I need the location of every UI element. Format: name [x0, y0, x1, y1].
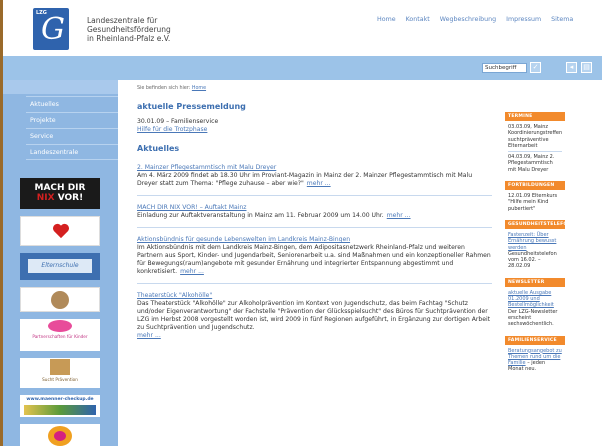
org-line-1: Landeszentrale für — [87, 16, 158, 25]
termine-item[interactable]: 04.03.09, Mainz 2. Pflegestammtisch mit … — [508, 154, 562, 173]
top-navigation: Home Kontakt Wegbeschreibung Impressum S… — [377, 16, 573, 23]
left-sidebar-top — [3, 80, 118, 94]
nav-item-aktuelles[interactable]: Aktuelles — [26, 96, 118, 112]
banner-text-line2: NIX VOR! — [36, 193, 84, 203]
news-text: Das Theaterstück "Alkohölle" zur Alkohol… — [137, 300, 491, 331]
banner-maenner-checkup[interactable]: www.maenner-checkup.de — [20, 395, 100, 417]
nav-item-service[interactable]: Service — [26, 128, 118, 144]
news-text: Einladung zur Auftaktveranstaltung in Ma… — [137, 212, 411, 219]
news-item: Aktionsbündnis für gesunde Lebenswelten … — [137, 236, 492, 284]
banner-elternschule[interactable]: Elternschule — [20, 253, 100, 280]
topnav-kontakt[interactable]: Kontakt — [406, 16, 430, 23]
banner-text-line1: MACH DIR — [34, 183, 86, 193]
topnav-impressum[interactable]: Impressum — [506, 16, 541, 23]
banner-suchtpraevention[interactable]: Sucht Prävention — [20, 358, 100, 388]
gesundheitstelefon-link[interactable]: Fastenzeit: Über Ernährung bewusst werde… — [508, 232, 562, 251]
gesundheitstelefon-box: Fastenzeit: Über Ernährung bewusst werde… — [505, 228, 565, 274]
newsletter-text: Der LZG-Newsletter erscheint sechswöchen… — [508, 308, 558, 328]
gesundheitstelefon-text: Gesundheitstelefon vom 16.02. – 28.02.09 — [508, 250, 557, 270]
topnav-wegbeschreibung[interactable]: Wegbeschreibung — [440, 16, 496, 23]
banner-logo-image — [50, 359, 70, 375]
termine-item[interactable]: 03.03.09, Mainz Koordinierungstreffen su… — [508, 124, 562, 149]
news-more: mehr ... — [137, 332, 492, 340]
newsletter-heading: NEWSLETTER — [505, 277, 565, 287]
fortbildungen-item[interactable]: 12.01.09 Elternkurs "Hilfe mein Kind pub… — [508, 193, 562, 212]
banner-maenner-checkup-text: www.maenner-checkup.de — [26, 397, 94, 402]
topnav-sitemap[interactable]: Sitema — [551, 16, 573, 23]
banner-heart[interactable] — [20, 216, 100, 246]
news-title-link[interactable]: 2. Mainzer Pflegestammtisch mit Malu Dre… — [137, 164, 492, 172]
more-link[interactable]: mehr ... — [387, 212, 411, 219]
search-input[interactable]: Suchbegriff — [482, 63, 527, 73]
banner-photo[interactable] — [20, 287, 100, 312]
page-header: LZG G Landeszentrale für Gesundheitsförd… — [3, 0, 602, 56]
familienservice-box: Beratungsangebot zu Themen rund um die F… — [505, 344, 565, 377]
heart-icon — [53, 223, 69, 239]
banner-logo-accent — [54, 431, 66, 441]
news-title-link[interactable]: Aktionsbündnis für gesunde Lebenswelten … — [137, 236, 492, 244]
print-icon: ▤ — [583, 63, 590, 71]
termine-heading: TERMINE — [505, 112, 565, 121]
press-link[interactable]: Hilfe für die Trotzphase — [137, 126, 492, 134]
check-icon: ✓ — [532, 63, 539, 71]
org-line-3: in Rheinland-Pfalz e.V. — [87, 34, 171, 43]
topnav-home[interactable]: Home — [377, 16, 396, 23]
news-text: Im Aktionsbündnis mit dem Landkreis Main… — [137, 244, 491, 275]
news-title-link[interactable]: MACH DIR NIX VOR! – Auftakt Mainz — [137, 204, 492, 212]
banner-suchtpraevention-text: Sucht Prävention — [42, 377, 78, 382]
newsletter-box: aktuelle Ausgabe 01.2009 und Bestellmögl… — [505, 286, 565, 332]
news-title-link[interactable]: Theaterstück "Alkohölle" — [137, 292, 492, 300]
main-content: Sie befinden sich hier: Home aktuelle Pr… — [137, 86, 492, 355]
aktuelles-heading: Aktuelles — [137, 144, 180, 153]
org-line-2: Gesundheitsförderung — [87, 25, 171, 34]
lzg-logo[interactable]: LZG G — [33, 8, 69, 50]
news-text: Am 4. März 2009 findet ab 18.30 Uhr im P… — [137, 172, 473, 187]
familienservice-content: Beratungsangebot zu Themen rund um die F… — [508, 348, 562, 373]
newsletter-link[interactable]: aktuelle Ausgabe 01.2009 und Bestellmögl… — [508, 290, 562, 309]
nav-item-landeszentrale[interactable]: Landeszentrale — [26, 144, 118, 160]
news-item: MACH DIR NIX VOR! – Auftakt Mainz Einlad… — [137, 204, 492, 228]
banner-logo-image — [48, 320, 72, 332]
news-item: 2. Mainzer Pflegestammtisch mit Malu Dre… — [137, 164, 492, 196]
photo-image — [51, 291, 69, 309]
organization-name: Landeszentrale für Gesundheitsförderung … — [87, 16, 171, 43]
banner-list: MACH DIR NIX VOR! Elternschule Partnersc… — [20, 178, 100, 446]
print-button[interactable]: ▤ — [581, 62, 592, 73]
arrow-left-icon: ◂ — [569, 63, 574, 71]
main-navigation: Aktuelles Projekte Service Landeszentral… — [26, 96, 118, 160]
breadcrumb: Sie befinden sich hier: Home — [137, 86, 492, 91]
more-link[interactable]: mehr ... — [180, 268, 204, 275]
breadcrumb-home-link[interactable]: Home — [192, 86, 206, 91]
termine-box: 03.03.09, Mainz Koordinierungstreffen su… — [505, 121, 565, 178]
logo-letter: G — [41, 12, 65, 47]
banner-colorful[interactable] — [20, 424, 100, 446]
press-heading: aktuelle Pressemeldung — [137, 102, 246, 111]
familienservice-heading: FAMILIENSERVICE — [505, 335, 565, 345]
right-sidebar: TERMINE 03.03.09, Mainz Koordinierungstr… — [505, 112, 571, 381]
back-button[interactable]: ◂ — [566, 62, 577, 73]
banner-maenner-checkup-image — [24, 405, 96, 415]
more-link[interactable]: mehr ... — [137, 332, 161, 339]
gesundheitstelefon-heading: GESUNDHEITSTELEFON — [505, 219, 571, 229]
banner-partnerschaften[interactable]: Partnerschaften für Kinder — [20, 319, 100, 351]
banner-mach-dir-nix-vor[interactable]: MACH DIR NIX VOR! — [20, 178, 100, 209]
fortbildungen-heading: FORTBILDUNGEN — [505, 181, 565, 191]
nav-item-projekte[interactable]: Projekte — [26, 112, 118, 128]
banner-partnerschaften-text: Partnerschaften für Kinder — [32, 334, 88, 339]
news-item: Theaterstück "Alkohölle" Das Theaterstüc… — [137, 292, 492, 347]
fortbildungen-box: 12.01.09 Elternkurs "Hilfe mein Kind pub… — [505, 190, 565, 216]
search-submit-button[interactable]: ✓ — [530, 62, 541, 73]
press-date: 30.01.09 – Familienservice — [137, 118, 219, 125]
divider — [508, 151, 562, 153]
banner-elternschule-text: Elternschule — [28, 259, 92, 273]
more-link[interactable]: mehr ... — [307, 180, 331, 187]
breadcrumb-prefix: Sie befinden sich hier: — [137, 86, 191, 91]
